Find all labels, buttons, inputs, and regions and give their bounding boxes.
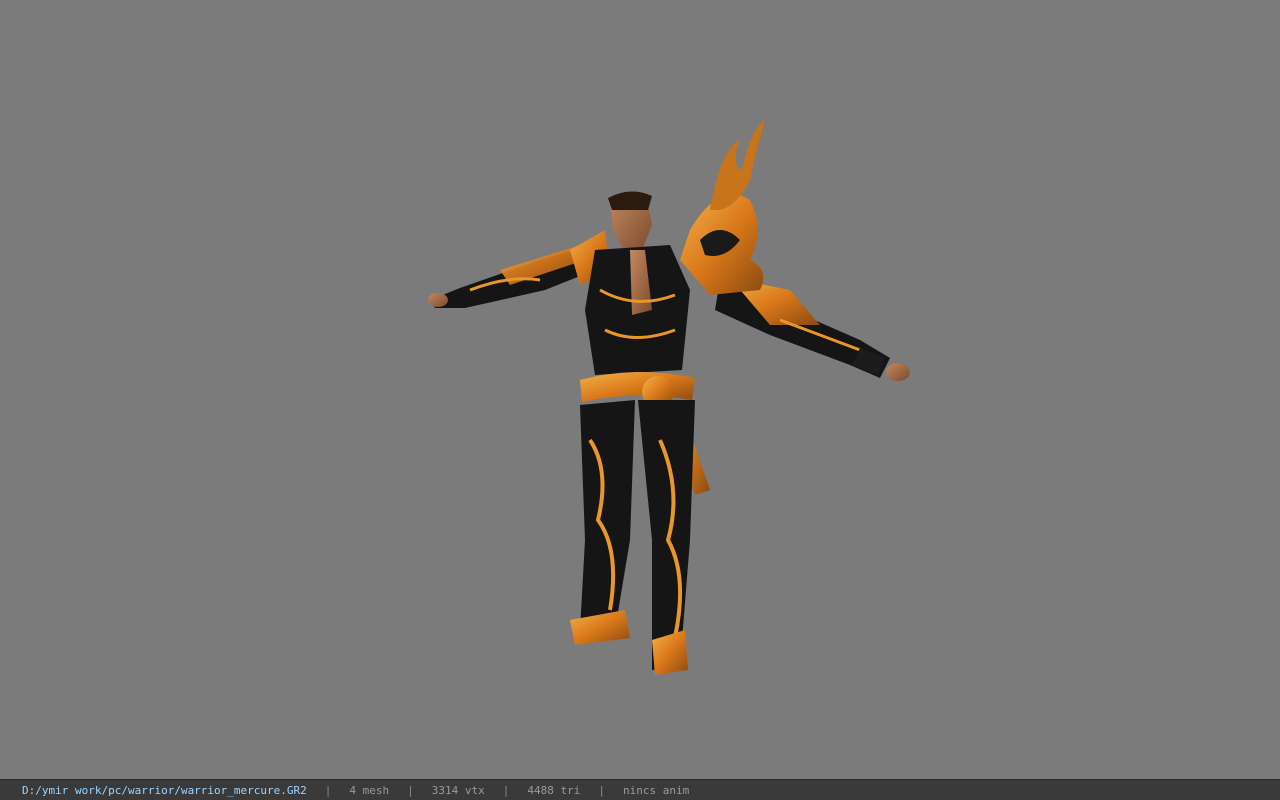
right-arm [715,278,910,381]
separator: | [324,783,332,797]
mesh-count: 4 mesh [349,783,390,797]
triangle-count: 4488 tri [527,783,581,797]
head [608,191,652,252]
status-bar: D:/ymir work/pc/warrior/warrior_mercure.… [0,779,1280,800]
file-path: D:/ymir work/pc/warrior/warrior_mercure.… [22,783,307,797]
character-model[interactable] [420,110,920,690]
separator: | [502,783,510,797]
left-arm [428,242,595,308]
separator: | [407,783,414,797]
3d-viewport[interactable] [0,0,1280,779]
vertex-count: 3314 vtx [431,783,485,797]
separator: | [598,783,605,797]
legs [570,400,695,675]
animation-status: nincs anim [623,783,690,797]
